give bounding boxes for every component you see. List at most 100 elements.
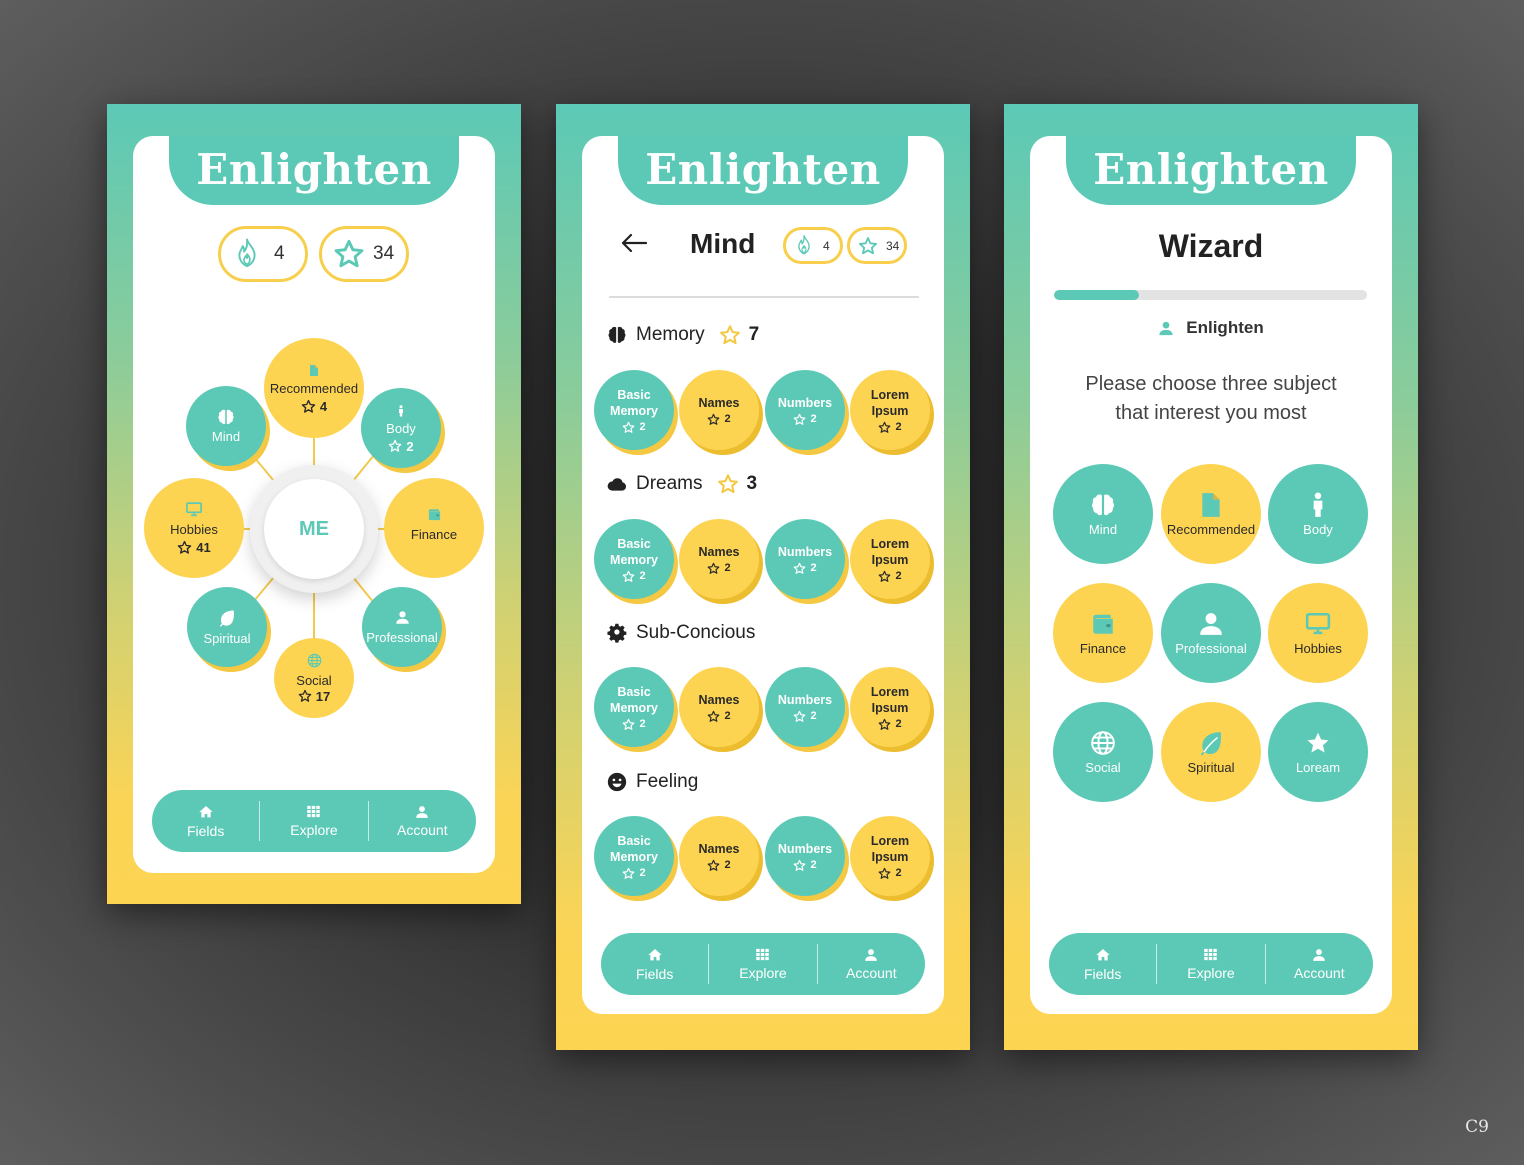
nav-fields[interactable]: Fields	[152, 801, 259, 841]
star-icon	[622, 867, 635, 880]
sub-item[interactable]: Names 2	[679, 519, 759, 599]
node-social[interactable]: Social 17	[274, 638, 354, 718]
node-label: Recommended	[269, 380, 359, 396]
nav-account[interactable]: Account	[818, 944, 925, 984]
node-body[interactable]: Body 2	[361, 388, 441, 468]
sub-item[interactable]: Numbers 2	[765, 370, 845, 450]
monitor-icon	[1305, 611, 1331, 637]
star-icon	[793, 413, 806, 426]
me-center[interactable]: ME	[264, 479, 364, 579]
subject-option[interactable]: Spiritual	[1161, 702, 1261, 802]
node-count: 4	[301, 399, 327, 414]
node-label: Social	[296, 672, 332, 688]
node-recommended[interactable]: Recommended 4	[264, 338, 364, 438]
sub-item[interactable]: Names 2	[679, 667, 759, 747]
person-icon	[395, 403, 407, 419]
node-professional[interactable]: Professional	[362, 587, 442, 667]
sub-item-count: 2	[793, 859, 817, 872]
mind-card: Enlighten Mind 4 34 Memory 7 Basic Memory 2 N…	[582, 136, 944, 1014]
subject-option[interactable]: Body	[1268, 464, 1368, 564]
sub-item[interactable]: Lorem Ipsum 2	[850, 370, 930, 450]
me-ring: ME	[250, 465, 378, 593]
node-count: 41	[177, 540, 211, 555]
star-icon	[707, 710, 720, 723]
sub-item-count: 2	[878, 570, 902, 583]
streak-pill[interactable]: 4	[783, 227, 843, 264]
node-label: Hobbies	[170, 522, 218, 537]
user-icon	[395, 610, 410, 625]
nav-explore[interactable]: Explore	[260, 801, 367, 841]
person-icon	[1305, 492, 1331, 518]
document-icon	[1198, 492, 1224, 518]
sub-item[interactable]: Basic Memory 2	[594, 667, 674, 747]
star-icon	[717, 473, 739, 495]
user-icon	[1312, 948, 1326, 962]
sub-item[interactable]: Lorem Ipsum 2	[850, 667, 930, 747]
app-logo: Enlighten	[1093, 145, 1329, 194]
node-label: Body	[386, 420, 416, 436]
progress-fill	[1054, 290, 1139, 300]
fire-icon	[794, 234, 814, 257]
home-screen: Enlighten 4 34 ME Recommended 4 Mind Bod…	[107, 104, 521, 904]
sub-item[interactable]: Basic Memory 2	[594, 519, 674, 599]
node-hobbies[interactable]: Hobbies 41	[144, 478, 244, 578]
star-icon	[878, 570, 891, 583]
node-label: Professional	[366, 629, 438, 645]
user-icon	[1158, 320, 1174, 337]
page-title: Wizard	[1158, 228, 1264, 264]
stars-pill[interactable]: 34	[847, 227, 907, 264]
mind-screen: Enlighten Mind 4 34 Memory 7 Basic Memory 2 N…	[556, 104, 970, 1050]
nav-explore[interactable]: Explore	[709, 944, 816, 984]
node-spiritual[interactable]: Spiritual	[187, 587, 267, 667]
sub-item[interactable]: Numbers 2	[765, 667, 845, 747]
star-icon	[622, 718, 635, 731]
nav-fields[interactable]: Fields	[1049, 944, 1156, 984]
sub-item-count: 2	[707, 562, 731, 575]
bottom-nav: Fields Explore Account	[152, 790, 476, 852]
star-icon	[719, 324, 741, 346]
leaf-icon	[1198, 730, 1224, 756]
grid-icon	[1203, 947, 1218, 962]
home-icon	[1095, 947, 1111, 963]
node-mind[interactable]: Mind	[186, 386, 266, 466]
subject-option[interactable]: Social	[1053, 702, 1153, 802]
globe-icon	[307, 653, 322, 668]
section-header: Dreams 3	[606, 473, 757, 495]
brain-icon	[217, 408, 235, 426]
nav-account[interactable]: Account	[1266, 944, 1373, 984]
gear-icon	[606, 623, 628, 643]
subject-option[interactable]: Hobbies	[1268, 583, 1368, 683]
sub-item[interactable]: Lorem Ipsum 2	[850, 816, 930, 896]
node-finance[interactable]: Finance	[384, 478, 484, 578]
wizard-screen: Enlighten Wizard Enlighten Please choose…	[1004, 104, 1418, 1050]
me-label: ME	[299, 517, 329, 540]
subject-option[interactable]: Recommended	[1161, 464, 1261, 564]
star-icon	[622, 421, 635, 434]
star-icon	[878, 867, 891, 880]
wizard-prompt: Please choose three subject that interes…	[1085, 373, 1337, 424]
subject-option[interactable]: Finance	[1053, 583, 1153, 683]
sub-item[interactable]: Names 2	[679, 816, 759, 896]
subject-option[interactable]: Mind	[1053, 464, 1153, 564]
sub-item[interactable]: Numbers 2	[765, 519, 845, 599]
star-icon	[878, 718, 891, 731]
home-card: Enlighten 4 34 ME Recommended 4 Mind Bod…	[133, 136, 495, 873]
sub-item[interactable]: Numbers 2	[765, 816, 845, 896]
subject-option[interactable]: Loream	[1268, 702, 1368, 802]
page-title: Mind	[690, 228, 756, 259]
nav-explore[interactable]: Explore	[1157, 944, 1264, 984]
sub-item[interactable]: Basic Memory 2	[594, 370, 674, 450]
sub-item[interactable]: Names 2	[679, 370, 759, 450]
back-arrow-icon[interactable]	[620, 233, 648, 253]
sub-item[interactable]: Lorem Ipsum 2	[850, 519, 930, 599]
nav-account[interactable]: Account	[369, 801, 476, 841]
star-icon	[301, 399, 316, 414]
node-label: Mind	[211, 429, 241, 444]
leaf-icon	[218, 609, 236, 627]
nav-fields[interactable]: Fields	[601, 944, 708, 984]
grid-icon	[306, 804, 321, 819]
sub-item-count: 2	[707, 710, 731, 723]
sub-item[interactable]: Basic Memory 2	[594, 816, 674, 896]
sub-item-count: 2	[878, 718, 902, 731]
subject-option[interactable]: Professional	[1161, 583, 1261, 683]
